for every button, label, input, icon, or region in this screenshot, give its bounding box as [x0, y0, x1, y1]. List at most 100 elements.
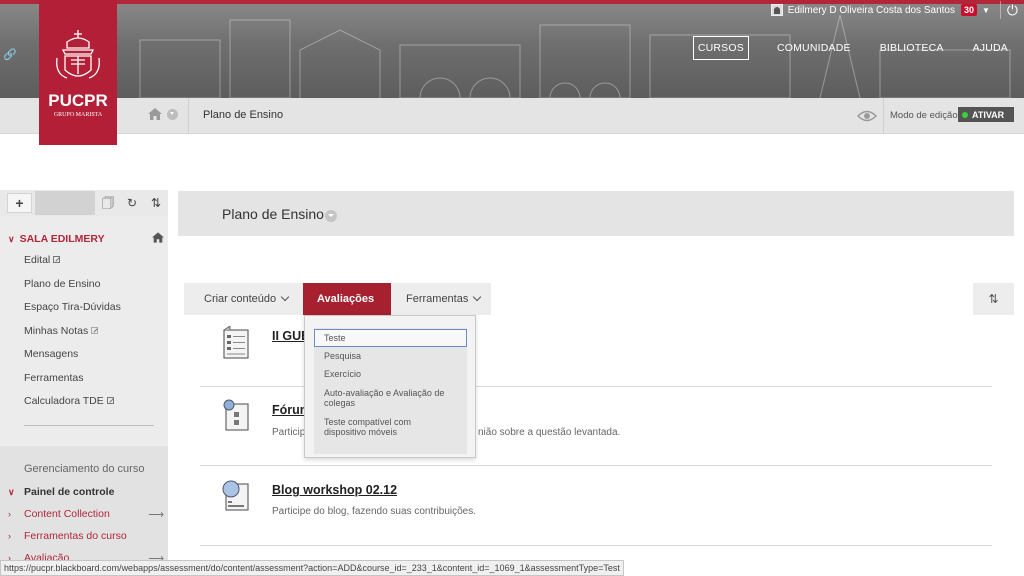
- divider: [200, 465, 992, 466]
- course-management: Gerenciamento do curso ∨ Painel de contro…: [0, 446, 168, 576]
- top-navigation: CURSOS COMUNIDADE BIBLIOTECA AJUDA: [692, 36, 1024, 60]
- logo-subtitle: GRUPO MARISTA: [53, 112, 103, 118]
- criar-conteudo-button[interactable]: Criar conteúdo: [194, 283, 298, 315]
- sidebar-item-painel-de-controle[interactable]: ∨ Painel de controle: [8, 486, 114, 498]
- blog-icon: [222, 480, 249, 511]
- add-menu-item-button[interactable]: +: [7, 193, 32, 213]
- sidebar-item-minhas-notas[interactable]: Minhas Notas: [24, 325, 121, 349]
- content-item-description: nião sobre a questão levantada.: [478, 427, 621, 438]
- content-item-description: Participe do blog, fazendo suas contribu…: [272, 506, 477, 517]
- page: 🔗 Edilmery D Oliveira Costa dos Santos 3…: [0, 0, 1024, 576]
- chevron-down-icon: ∨: [8, 487, 15, 497]
- avatar[interactable]: [770, 4, 783, 16]
- course-menu-toolbar: + 🗍 ↻ ⇅: [0, 190, 168, 216]
- chevron-down-icon: [280, 292, 290, 302]
- crest-icon: [56, 30, 100, 79]
- edit-mode-state: ATIVAR: [972, 109, 1005, 120]
- page-title: Plano de Ensino: [222, 206, 324, 222]
- sidebar-item-plano-de-ensino[interactable]: Plano de Ensino: [24, 278, 121, 302]
- sidebar-item-label: Espaço Tira-Dúvidas: [24, 301, 121, 313]
- home-icon[interactable]: [148, 108, 162, 120]
- course-title-label: SALA EDILMERY: [19, 233, 105, 245]
- course-title[interactable]: ∨ SALA EDILMERY: [8, 233, 105, 245]
- chevron-right-icon: ›: [8, 509, 11, 519]
- forum-icon: [223, 399, 249, 431]
- avaliacoes-button[interactable]: Avaliações: [303, 283, 391, 334]
- nav-comunidade[interactable]: COMUNIDADE: [777, 42, 851, 54]
- site-header: 🔗 Edilmery D Oliveira Costa dos Santos 3…: [0, 0, 1024, 98]
- breadcrumb-current: Plano de Ensino: [203, 109, 284, 121]
- pucpr-logo[interactable]: PUCPR GRUPO MARISTA: [39, 0, 117, 145]
- action-label: Ferramentas: [406, 293, 469, 305]
- divider: [200, 545, 992, 546]
- chevron-right-icon: ›: [8, 531, 11, 541]
- action-label: Criar conteúdo: [204, 293, 277, 305]
- sidebar-item-content-collection[interactable]: › Content Collection ⟶: [8, 508, 168, 521]
- menu-item-auto-avaliacao[interactable]: Auto-avaliação e Avaliação de colegas: [324, 388, 459, 408]
- chevron-down-icon: [473, 292, 482, 302]
- sidebar-item-label: Calculadora TDE: [24, 395, 104, 407]
- test-icon: [223, 326, 249, 359]
- chevron-down-icon[interactable]: ▼: [982, 6, 990, 15]
- external-link-icon: [106, 397, 114, 404]
- sidebar-item-espaco-tira-duvidas[interactable]: Espaço Tira-Dúvidas: [24, 301, 121, 325]
- edit-mode-label: Modo de edição: [890, 110, 958, 121]
- menu-filter-field[interactable]: [35, 191, 95, 215]
- divider: [188, 98, 189, 134]
- sidebar-item-ferramentas-do-curso[interactable]: › Ferramentas do curso: [8, 530, 127, 542]
- sidebar-item-label: Painel de controle: [24, 486, 115, 498]
- logo-name: PUCPR: [48, 91, 108, 110]
- content-item-title[interactable]: Blog workshop 02.12: [272, 483, 397, 497]
- content-item: Blog workshop 02.12 Participe do blog, f…: [200, 478, 992, 544]
- divider: [24, 425, 154, 426]
- sidebar-item-mensagens[interactable]: Mensagens: [24, 348, 121, 372]
- status-dot-icon: [962, 111, 968, 118]
- course-menu: + 🗍 ↻ ⇅ ∨ SALA EDILMERY Edital Plano de E…: [0, 190, 168, 576]
- avaliacoes-dropdown-menu: Teste Pesquisa Exercício Auto-avaliação …: [304, 315, 476, 458]
- external-link-icon: [53, 256, 61, 263]
- menu-item-teste[interactable]: Teste: [314, 329, 467, 347]
- edit-mode-toggle[interactable]: ATIVAR: [958, 107, 1014, 122]
- breadcrumb-menu-icon[interactable]: [167, 109, 178, 120]
- notification-badge[interactable]: 30: [960, 4, 977, 16]
- menu-item-pesquisa[interactable]: Pesquisa: [324, 351, 464, 361]
- user-menu[interactable]: Edilmery D Oliveira Costa dos Santos 30 …: [770, 0, 1024, 20]
- page-options-icon[interactable]: [325, 210, 337, 222]
- sidebar-item-calculadora-tde[interactable]: Calculadora TDE: [24, 395, 121, 419]
- reorder-icon[interactable]: ⇅: [149, 196, 163, 210]
- nav-cursos[interactable]: CURSOS: [692, 36, 749, 60]
- menu-item-teste-movel[interactable]: Teste compatível com dispositivo móveis: [324, 417, 434, 437]
- folder-view-icon[interactable]: 🗍: [101, 196, 115, 210]
- arrow-right-icon: ⟶: [148, 509, 164, 521]
- chevron-down-icon: ∨: [8, 234, 15, 244]
- content-item-description: Particip: [272, 427, 306, 438]
- course-home-icon[interactable]: [152, 232, 164, 243]
- tool-link-icon: [91, 326, 99, 334]
- course-management-title: Gerenciamento do curso: [24, 463, 145, 475]
- sidebar-item-label: Ferramentas: [24, 371, 84, 384]
- nav-ajuda[interactable]: AJUDA: [973, 42, 1008, 54]
- divider: [999, 1, 1001, 19]
- sidebar-item-label: Minhas Notas: [24, 324, 89, 337]
- action-label: Avaliações: [317, 293, 375, 305]
- sidebar-item-label: Edital: [24, 254, 51, 266]
- reorder-button[interactable]: ⇅: [973, 283, 1014, 315]
- student-preview-icon[interactable]: [857, 109, 877, 123]
- nav-biblioteca[interactable]: BIBLIOTECA: [880, 42, 944, 54]
- user-name[interactable]: Edilmery D Oliveira Costa dos Santos: [788, 5, 955, 16]
- breadcrumb: Plano de Ensino Modo de edição ATIVAR: [0, 98, 1024, 134]
- sidebar-item-label: Mensagens: [24, 348, 79, 360]
- divider: [883, 98, 884, 134]
- action-bar: Criar conteúdo Avaliações Ferramentas: [184, 283, 491, 334]
- sidebar-item-label: Content Collection: [24, 508, 110, 520]
- menu-item-exercicio[interactable]: Exercício: [324, 369, 464, 379]
- refresh-icon[interactable]: ↻: [125, 196, 139, 210]
- sidebar-item-label: Ferramentas do curso: [24, 530, 127, 542]
- sidebar-item-ferramentas[interactable]: Ferramentas: [24, 372, 121, 396]
- course-links: Edital Plano de Ensino Espaço Tira-Dúvid…: [24, 254, 121, 419]
- sidebar-item-edital[interactable]: Edital: [24, 254, 121, 278]
- link-icon[interactable]: 🔗: [3, 48, 17, 61]
- sidebar-item-label: Plano de Ensino: [24, 277, 101, 290]
- ferramentas-button[interactable]: Ferramentas: [396, 283, 490, 315]
- power-icon[interactable]: ⏻: [1007, 2, 1018, 19]
